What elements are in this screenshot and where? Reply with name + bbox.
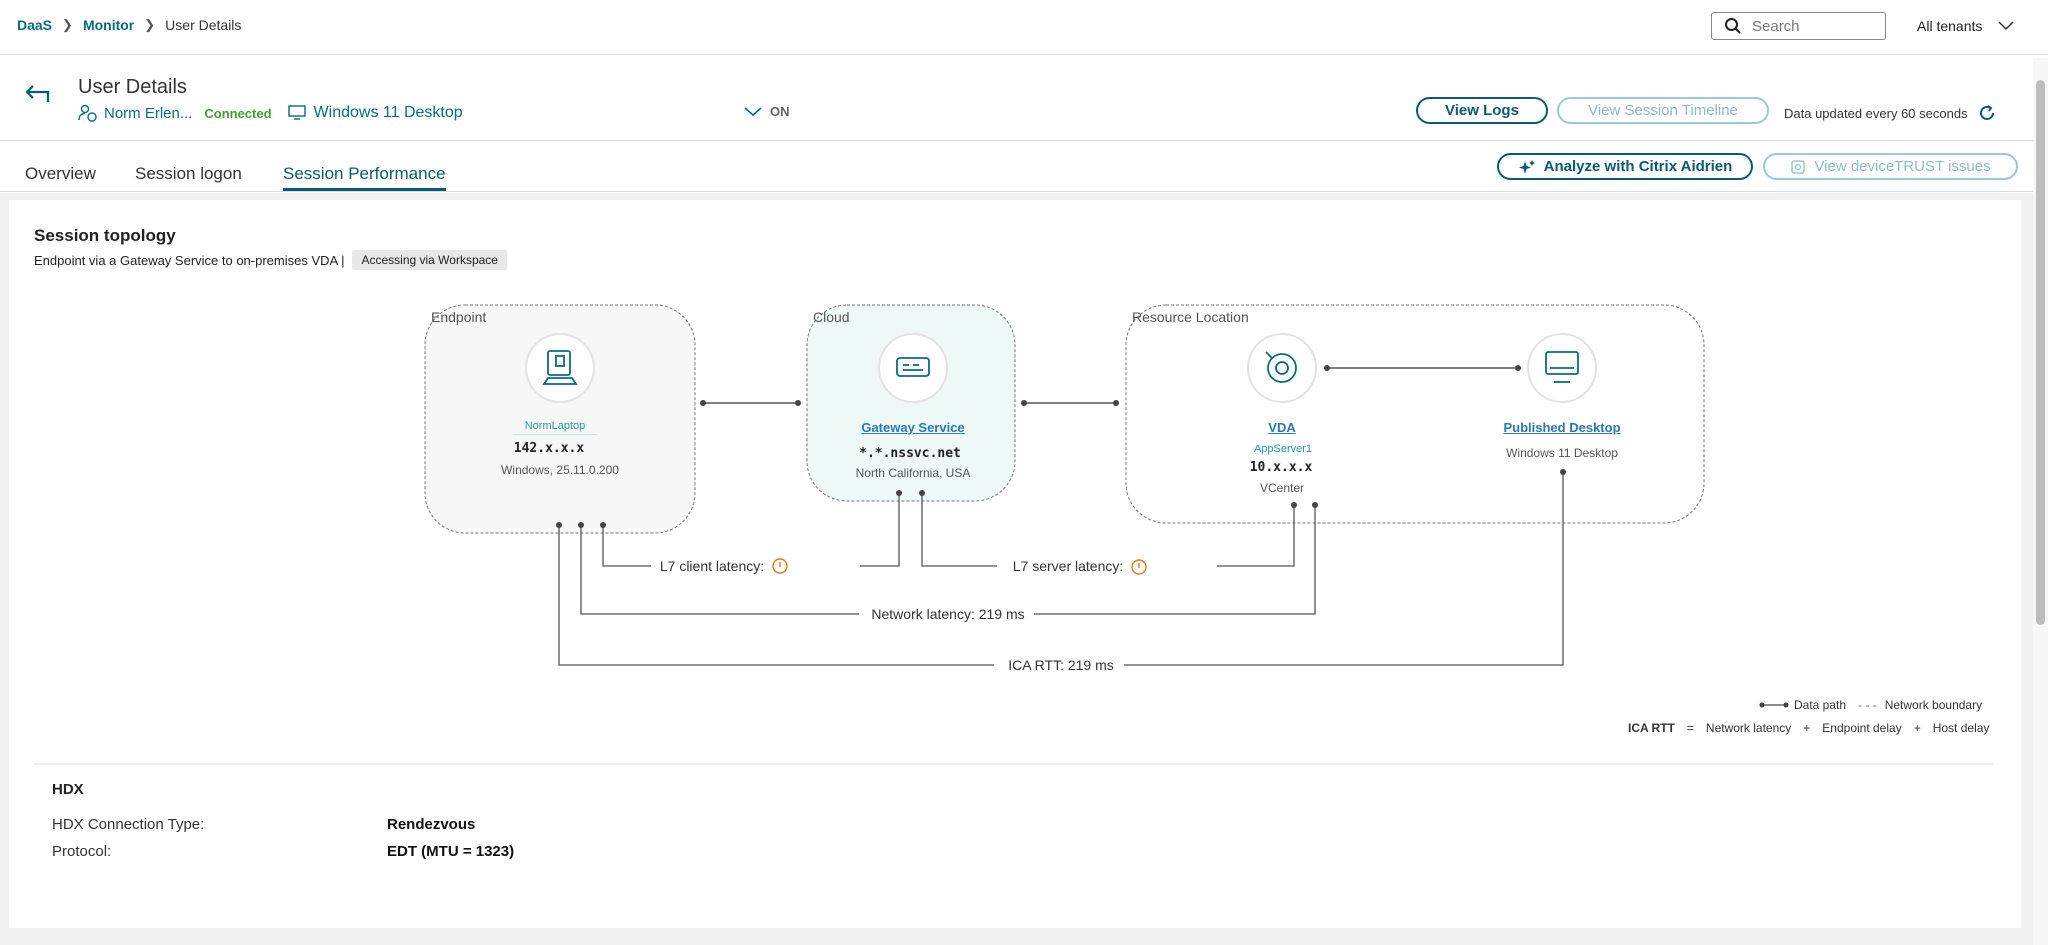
gateway-node: [878, 333, 948, 403]
scrollbar-thumb[interactable]: [2036, 80, 2045, 625]
gateway-region: North California, USA: [855, 466, 971, 480]
zone-label-cloud: Cloud: [813, 309, 850, 325]
vda-node: [1247, 333, 1317, 403]
l7-client-latency: L7 client latency:: [659, 558, 765, 574]
dash-icon: - - -: [1858, 698, 1877, 712]
zone-label-resource: Resource Location: [1132, 309, 1249, 325]
formula-ica-rtt: ICA RTT: [1628, 721, 1675, 735]
l7-server-latency: L7 server latency:: [1012, 558, 1124, 574]
hdx-title: HDX: [52, 781, 84, 798]
gateway-name-link[interactable]: Gateway Service: [861, 420, 964, 435]
network-latency: Network latency: 219 ms: [871, 606, 1025, 622]
hdx-connection-type-value: Rendezvous: [387, 816, 476, 833]
warning-icon: [772, 558, 788, 574]
formula-equals: =: [1686, 721, 1694, 735]
vda-ip: 10.x.x.x: [1249, 460, 1313, 475]
formula-endpoint: Endpoint delay: [1822, 721, 1902, 735]
vda-server: AppServer1: [1253, 443, 1313, 455]
legend-formula: ICA RTT = Network latency + Endpoint del…: [1628, 721, 1989, 735]
endpoint-node: [525, 333, 595, 403]
hdx-connection-type-label: HDX Connection Type:: [52, 816, 205, 833]
resource-zone: [1125, 304, 1705, 524]
formula-plus: +: [1803, 721, 1811, 735]
warning-icon: [1131, 559, 1147, 575]
legend-boundary: Network boundary: [1884, 698, 1983, 712]
vda-name-link[interactable]: VDA: [1268, 420, 1295, 435]
published-desktop-os: Windows 11 Desktop: [1506, 446, 1618, 460]
vda-hypervisor: VCenter: [1259, 481, 1305, 495]
endpoint-os: Windows, 25.11.0.200: [501, 463, 619, 477]
legend-paths: Data path - - - Network boundary: [1794, 698, 1982, 712]
legend-data-path: Data path: [1794, 698, 1847, 712]
protocol-label: Protocol:: [52, 843, 112, 860]
formula-network: Network latency: [1705, 721, 1792, 735]
zone-label-endpoint: Endpoint: [431, 309, 487, 325]
ica-rtt: ICA RTT: 219 ms: [1008, 657, 1114, 673]
published-desktop-link[interactable]: Published Desktop: [1503, 420, 1620, 435]
topology-diagram: [424, 304, 1789, 708]
formula-host: Host delay: [1932, 721, 1990, 735]
protocol-value: EDT (MTU = 1323): [387, 843, 515, 860]
formula-plus: +: [1913, 721, 1921, 735]
section-divider: [34, 763, 1994, 765]
endpoint-name: NormLaptop: [512, 420, 598, 435]
gateway-host: *.*.nssvc.net: [859, 446, 961, 461]
endpoint-ip: 142.x.x.x: [513, 441, 585, 456]
